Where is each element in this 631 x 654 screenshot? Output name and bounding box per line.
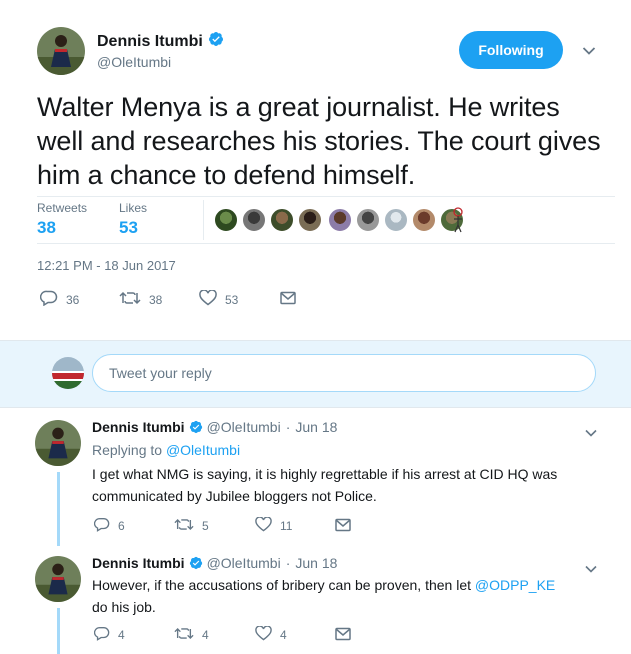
retweet-action[interactable]: 4 (174, 626, 209, 644)
liker-avatar[interactable] (242, 208, 266, 232)
retweets-count[interactable]: 38 (37, 218, 56, 238)
reply-author-avatar[interactable] (35, 420, 81, 466)
direct-message-action[interactable] (335, 627, 359, 644)
reply-action[interactable]: 36 (39, 290, 80, 309)
retweet-count: 38 (149, 292, 163, 307)
liker-avatar[interactable] (384, 208, 408, 232)
dot-separator: · (285, 555, 291, 571)
following-button[interactable]: Following (459, 31, 563, 69)
reply-icon (93, 517, 118, 535)
chevron-down-icon[interactable] (582, 43, 596, 61)
reply-input[interactable]: Tweet your reply (92, 354, 596, 392)
stats-vertical-divider (203, 200, 204, 240)
likes-count[interactable]: 53 (119, 218, 138, 238)
like-action[interactable]: 11 (255, 516, 293, 535)
retweets-label[interactable]: Retweets (37, 201, 87, 215)
reply-count: 4 (118, 628, 125, 642)
direct-message-action[interactable] (335, 518, 359, 535)
reply-author-avatar[interactable] (35, 556, 81, 602)
like-icon (255, 516, 280, 535)
retweet-icon (174, 626, 202, 644)
replying-to-label: Replying to (92, 442, 163, 458)
replying-to-link[interactable]: @OleItumbi (166, 442, 240, 458)
like-action[interactable]: 53 (199, 289, 239, 309)
retweet-action[interactable]: 5 (174, 517, 209, 535)
verified-badge-icon (189, 556, 203, 570)
liker-avatar[interactable] (214, 208, 238, 232)
like-icon (255, 625, 280, 644)
thread-connector (57, 472, 60, 546)
like-icon (199, 289, 225, 309)
reply-author-handle[interactable]: @OleItumbi (207, 419, 281, 435)
reply-action[interactable]: 6 (93, 517, 125, 535)
reply-text-before: However, if the accusations of bribery c… (92, 577, 475, 593)
direct-message-icon (335, 627, 359, 644)
current-user-avatar[interactable] (52, 357, 84, 389)
chevron-down-icon[interactable] (585, 424, 597, 442)
reply-count: 6 (118, 519, 125, 533)
reply-icon (93, 626, 118, 644)
like-count: 53 (225, 292, 239, 307)
reply-author-name[interactable]: Dennis Itumbi (92, 419, 185, 435)
reply-author-name[interactable]: Dennis Itumbi (92, 555, 185, 571)
reply-date[interactable]: Jun 18 (295, 419, 337, 435)
liker-avatar[interactable] (270, 208, 294, 232)
retweet-icon (119, 290, 149, 309)
liker-avatar[interactable] (356, 208, 380, 232)
stats-divider-bottom (37, 243, 615, 244)
reply-text: However, if the accusations of bribery c… (92, 574, 572, 618)
direct-message-icon (335, 518, 359, 535)
direct-message-icon (280, 291, 304, 308)
liker-avatar[interactable] (298, 208, 322, 232)
dot-separator: · (285, 419, 291, 435)
thread-connector (57, 608, 60, 654)
verified-badge-icon (189, 420, 203, 434)
reply-icon (39, 290, 66, 309)
chevron-down-icon[interactable] (585, 560, 597, 578)
stats-divider-top (37, 196, 615, 197)
retweet-count: 4 (202, 628, 209, 642)
tweet-text: Walter Menya is a great journalist. He w… (37, 92, 601, 190)
liker-avatar[interactable] (452, 207, 464, 238)
mention-link[interactable]: @ODPP_KE (475, 577, 555, 593)
like-count: 11 (280, 519, 293, 533)
author-avatar[interactable] (37, 27, 85, 75)
verified-badge-icon (208, 31, 224, 52)
retweet-icon (174, 517, 202, 535)
tweet-timestamp[interactable]: 12:21 PM - 18 Jun 2017 (37, 258, 176, 273)
reply-text: I get what NMG is saying, it is highly r… (92, 466, 558, 504)
reply-action[interactable]: 4 (93, 626, 125, 644)
reply-date[interactable]: Jun 18 (295, 555, 337, 571)
retweet-count: 5 (202, 519, 209, 533)
like-action[interactable]: 4 (255, 625, 287, 644)
likes-label[interactable]: Likes (119, 201, 147, 215)
reply-text-after: do his job. (92, 599, 156, 615)
author-handle[interactable]: @OleItumbi (97, 54, 171, 70)
retweet-action[interactable]: 38 (119, 290, 162, 309)
author-name[interactable]: Dennis Itumbi (97, 33, 203, 51)
reply-count: 36 (66, 292, 80, 307)
direct-message-action[interactable] (280, 291, 304, 308)
liker-avatar[interactable] (328, 208, 352, 232)
like-count: 4 (280, 628, 287, 642)
reply-author-handle[interactable]: @OleItumbi (207, 555, 281, 571)
liker-avatar[interactable] (412, 208, 436, 232)
